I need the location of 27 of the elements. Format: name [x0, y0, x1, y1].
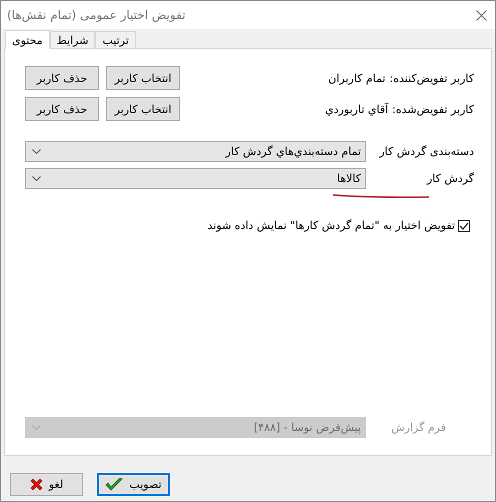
- chevron-icon: [32, 149, 41, 154]
- checkbox-label: تفویض اختیار به "تمام گردش کارها" نمایش داده شوند: [207, 219, 455, 232]
- tab[interactable]: محتوی: [5, 30, 50, 49]
- close-icon[interactable]: [476, 10, 487, 20]
- select-user-button[interactable]: انتخاب کاربر: [106, 97, 180, 121]
- dropdown[interactable]: تمام دسته‌بندي‌هاي گردش کار: [25, 141, 366, 162]
- remove-user-button[interactable]: حذف کاربر: [25, 66, 99, 90]
- cancel-button[interactable]: لغو: [10, 473, 83, 496]
- check-icon: [105, 478, 124, 492]
- field-label: کاربر تفویض‌کننده:: [390, 72, 474, 84]
- chevron-icon: [32, 425, 41, 430]
- window-title: تفویض اختیار عمومی (تمام نقش‌ها): [7, 8, 186, 22]
- field-label: گردش کار: [426, 172, 474, 185]
- tab[interactable]: ترتیب: [95, 31, 136, 48]
- cross-icon: [30, 478, 43, 491]
- chevron-icon: [32, 176, 41, 181]
- field-label: کاربر تفویض‌شده:: [392, 102, 474, 116]
- approve-button[interactable]: تصویب: [97, 473, 170, 496]
- select-user-button[interactable]: انتخاب کاربر: [106, 66, 180, 90]
- remove-user-button[interactable]: حذف کاربر: [25, 97, 99, 121]
- field-label: دسته‌بندی گردش کار: [378, 145, 474, 158]
- checkbox[interactable]: [458, 220, 470, 232]
- field-value: آقاي تاربوردي: [325, 102, 388, 116]
- field-value: تمام کاربران: [328, 72, 386, 84]
- dropdown[interactable]: کالاها: [25, 168, 366, 189]
- field-label: فرم گزارش: [390, 421, 447, 434]
- tab[interactable]: شرایط: [50, 31, 96, 48]
